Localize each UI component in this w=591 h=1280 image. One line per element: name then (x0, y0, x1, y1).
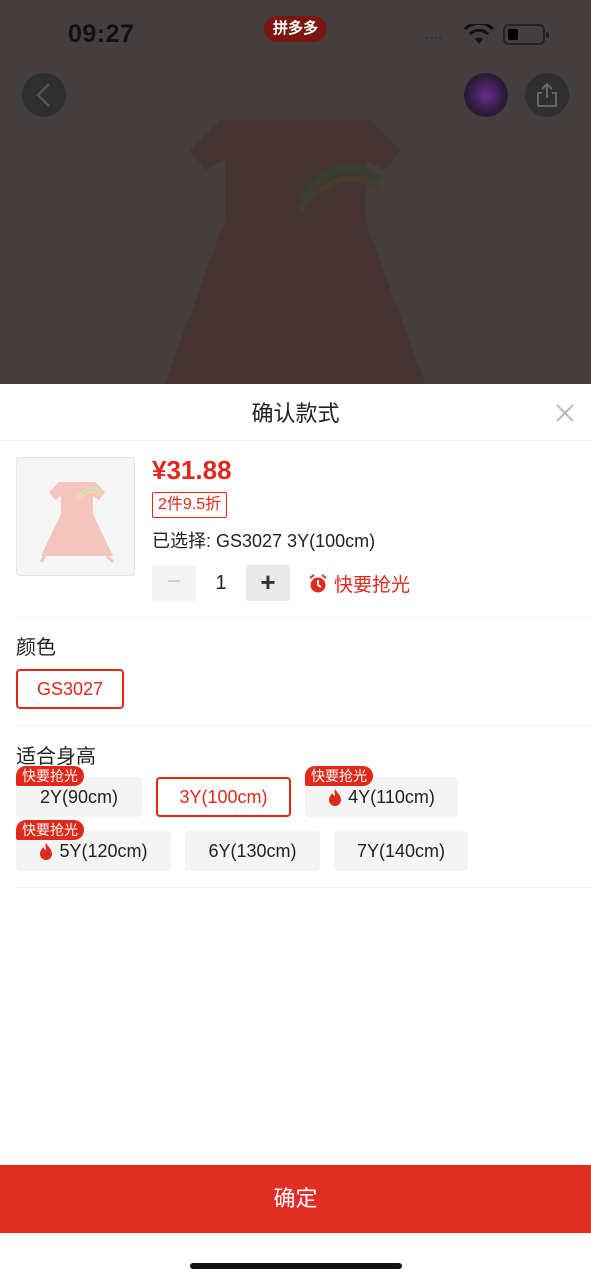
back-button[interactable] (22, 73, 66, 117)
size-option-7y[interactable]: 7Y(140cm) (334, 831, 468, 871)
share-icon (537, 82, 557, 107)
home-indicator[interactable] (190, 1263, 402, 1269)
low-stock-tag: 快要抢光 (16, 820, 84, 840)
signal-icon: •••• (425, 33, 444, 44)
dim-overlay[interactable] (0, 0, 591, 384)
status-time: 09:27 (68, 20, 135, 48)
quantity-minus-button[interactable]: − (152, 565, 196, 601)
size-option-3y[interactable]: 3Y(100cm) (156, 777, 291, 817)
color-option-gs3027[interactable]: GS3027 (16, 669, 124, 709)
divider (16, 887, 591, 888)
alarm-clock-icon (309, 573, 327, 592)
sku-selection-sheet: 确认款式 ¥31.88 2件9.5折 已选择: GS3027 3Y(100cm)… (0, 384, 591, 1280)
stock-warning-text: 快要抢光 (334, 575, 411, 596)
size-section-label: 适合身高 (16, 746, 96, 768)
product-thumbnail[interactable] (16, 457, 135, 576)
quantity-plus-button[interactable]: + (246, 565, 290, 601)
confirm-button[interactable]: 确定 (0, 1165, 591, 1233)
divider (0, 440, 591, 441)
low-stock-tag: 快要抢光 (16, 766, 84, 786)
app-badge: 拼多多 (264, 16, 327, 42)
flame-icon (328, 788, 342, 806)
flame-icon (39, 842, 53, 860)
divider (16, 617, 591, 618)
battery-icon (503, 24, 549, 45)
divider (16, 725, 591, 726)
sheet-title: 确认款式 (251, 401, 340, 426)
wifi-icon (464, 24, 494, 44)
size-option-label: 2Y(90cm) (39, 786, 119, 807)
size-option-label: 5Y(120cm) (59, 840, 148, 861)
quantity-value[interactable]: 1 (196, 565, 246, 601)
size-option-6y[interactable]: 6Y(130cm) (185, 831, 320, 871)
low-stock-tag: 快要抢光 (305, 766, 373, 786)
size-option-label: 3Y(100cm) (179, 786, 268, 807)
selected-sku-text: 已选择: GS3027 3Y(100cm) (152, 531, 376, 551)
chevron-left-icon (36, 83, 50, 107)
close-icon[interactable] (552, 400, 578, 426)
color-section-label: 颜色 (16, 637, 56, 659)
size-option-label: 4Y(110cm) (348, 786, 435, 807)
dress-image (39, 482, 115, 564)
stock-warning: 快要抢光 (308, 570, 410, 597)
size-option-label: 6Y(130cm) (208, 840, 297, 861)
avatar-button[interactable] (464, 73, 508, 117)
discount-tag: 2件9.5折 (152, 492, 228, 518)
share-button[interactable] (525, 73, 569, 117)
size-option-label: 7Y(140cm) (356, 840, 446, 861)
product-price: ¥31.88 (152, 455, 232, 485)
